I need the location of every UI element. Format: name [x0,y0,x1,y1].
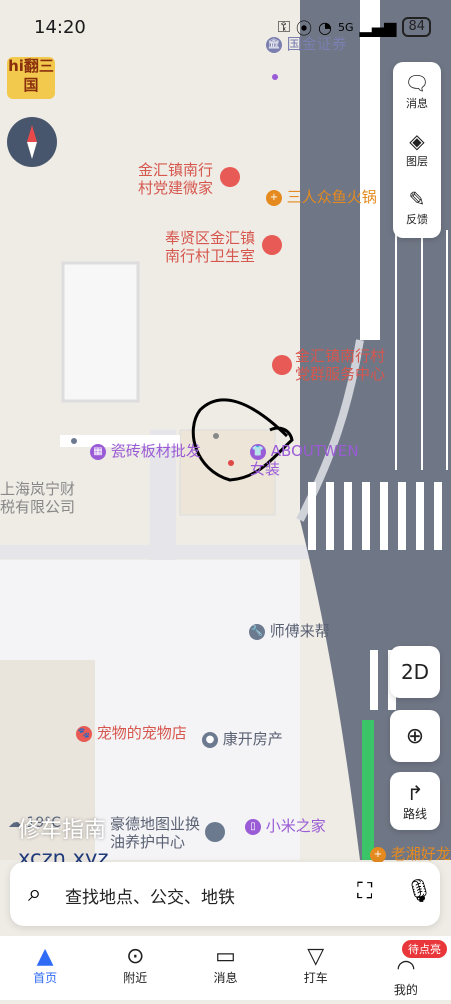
status-badge: 待点亮 [402,940,448,958]
poi-realestate[interactable]: ● 康开房产 [202,730,283,748]
status-icons: ⚿ ⦿ ◔ 5G ▂▄▆ 84 [278,15,431,39]
route-arrow-icon: ↱ [406,780,424,805]
tool-layers[interactable]: ◈ 图层 [393,120,441,178]
microphone-icon[interactable]: 🎙 [405,879,433,904]
poi-aboutwen[interactable]: 👕 ABOUTWEN女装 [250,442,360,478]
nav-mine[interactable]: 待点亮 ◠ 我的 [361,936,451,1000]
layers-icon: ◈ [409,129,425,153]
clinic-icon [262,235,282,255]
map-dot [228,460,234,466]
network-label: 5G [338,20,354,34]
watermark-title: 修车指南 [18,818,107,843]
search-icon: ⌕ [28,879,42,907]
status-bar: 14:20 ⚿ ⦿ ◔ 5G ▂▄▆ 84 [0,0,451,56]
poi-service-center[interactable]: 金汇镇南行村党群服务中心 [295,347,390,383]
scan-icon[interactable]: ⛶ [357,879,372,904]
map-dot [272,74,278,80]
nav-nearby[interactable]: ⊙ 附近 [90,936,180,1000]
tool-message[interactable]: 🗨 消息 [393,62,441,120]
nav-messages[interactable]: ▭ 消息 [180,936,270,1000]
view-mode-button[interactable]: 2D [390,646,440,698]
poi-hotpot[interactable]: + 三人众鱼火锅 [266,188,377,206]
search-placeholder: 查找地点、公交、地铁 [65,888,235,908]
route-button[interactable]: ↱ 路线 [390,772,440,830]
star-icon [272,355,292,375]
locate-button[interactable]: ⊕ [390,710,440,762]
taxi-icon: ▽ [307,944,325,969]
key-icon: ⚿ [277,17,291,36]
poi-tax[interactable]: 上海岚宁财税有限公司 [0,480,75,516]
search-bar[interactable]: ⌕ 查找地点、公交、地铁 ⛶ 🎙 [10,862,440,926]
poi-dangjian[interactable]: 金汇镇南行村党建微家 [138,161,218,197]
bike-lane [362,720,374,860]
navigation-arrow-icon: ▲ [36,944,54,969]
locate-icon: ⊕ [405,723,425,749]
signal-icon: ▂▄▆ [359,17,397,37]
bottom-nav: ▲ 首页 ⊙ 附近 ▭ 消息 ▽ 打车 待点亮 ◠ 我的 [0,936,451,1000]
star-icon [220,167,240,187]
poi-xiaomi[interactable]: ▯ 小米之家 [245,817,326,835]
chat-icon: ▭ [215,944,236,969]
poi-pet[interactable]: 🐾 宠物的宠物店 [76,724,187,742]
battery-indicator: 84 [402,17,431,37]
pin-icon: ⊙ [126,944,145,969]
poi-tiles[interactable]: ▦ 瓷砖板材批发 [90,442,201,460]
status-time: 14:20 [34,17,86,38]
nav-taxi[interactable]: ▽ 打车 [271,936,361,1000]
compass-icon [27,125,37,159]
pencil-icon: ✎ [408,187,426,211]
building-3 [61,261,140,403]
poi-shifu[interactable]: 🔧 师傅来帮 [249,622,330,640]
map-toolbox: 🗨 消息 ◈ 图层 ✎ 反馈 [393,62,441,238]
map-dot [213,433,219,439]
profile-icon: ◠ [396,956,416,981]
location-icon: ⦿ [296,19,313,38]
poi-oil[interactable]: 豪德地图业换油养护中心 [110,815,205,851]
message-icon: 🗨 [404,71,430,95]
compass-button[interactable] [7,117,57,167]
car-icon [205,822,225,842]
poi-laoxiang[interactable]: + 老湘好龙 [370,845,451,863]
wifi-icon: ◔ [318,17,332,37]
nav-home[interactable]: ▲ 首页 [0,936,90,1000]
map-dot [71,438,77,444]
poi-clinic[interactable]: 奉贤区金汇镇南行村卫生室 [165,229,260,265]
game-logo[interactable]: hi翻三国 [7,57,55,99]
tool-feedback[interactable]: ✎ 反馈 [393,178,441,236]
